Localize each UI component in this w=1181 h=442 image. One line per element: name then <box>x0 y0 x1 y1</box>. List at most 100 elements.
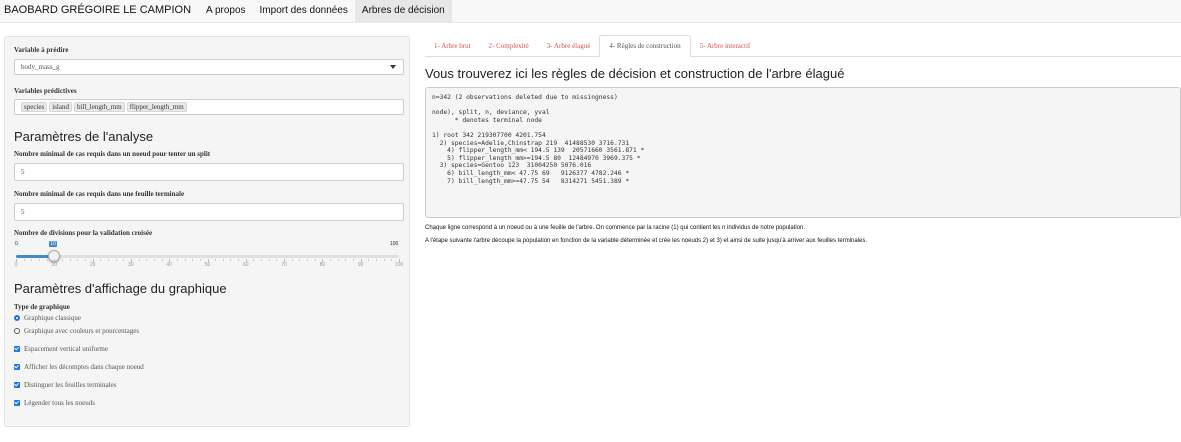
app-brand[interactable]: BAOBARD GRÉGOIRE LE CAMPION <box>0 0 199 22</box>
slider-tick <box>192 259 194 261</box>
slider-tick <box>314 259 316 261</box>
nav-item-arbres[interactable]: Arbres de décision <box>354 0 452 22</box>
predictor-tag[interactable]: flipper_length_mm <box>126 102 187 112</box>
code-line: 7) bill_length_mm>=47.75 54 8314271 5451… <box>432 177 630 185</box>
predictor-tag[interactable]: island <box>49 102 72 112</box>
slider-tick <box>146 259 148 261</box>
predictors-label: Variables prédictives <box>14 87 77 95</box>
slider-tick <box>391 259 393 261</box>
slider-tick <box>222 259 224 261</box>
slider-tick <box>100 259 102 261</box>
code-line: n=342 (2 observations deleted due to mis… <box>432 94 618 101</box>
slider-tick <box>115 259 117 261</box>
slider-tick <box>376 259 378 261</box>
slider-tick <box>215 259 217 261</box>
slider-tick <box>138 259 140 261</box>
slider-tick-label: 70 <box>281 262 287 268</box>
slider-tick <box>161 259 163 261</box>
slider-tick <box>46 259 48 261</box>
tab-bar: 1- Arbre brut 2- Complexité 3- Arbre éla… <box>425 35 1181 57</box>
analysis-params-title: Paramètres de l'analyse <box>14 129 154 144</box>
target-variable-label: Variable à prédire <box>14 46 69 54</box>
checkbox-show-counts[interactable]: Afficher les décomptes dans chaque noeud <box>14 363 144 371</box>
xval-label: Nombre de divisions pour la validation c… <box>14 229 153 237</box>
checkbox-label-all-nodes[interactable]: Légender tous les noeuds <box>14 399 95 407</box>
slider-tick <box>253 259 255 261</box>
slider-tick <box>383 259 385 261</box>
slider-tick-label: 10 <box>51 262 58 268</box>
graph-type-label: Type de graphique <box>14 303 70 311</box>
explanation-line-1: Chaque ligne correspond à un noeud ou à … <box>425 225 806 231</box>
target-variable-value: body_mass_g <box>21 63 60 71</box>
predictor-tag[interactable]: bill_length_mm <box>73 102 125 112</box>
display-params-title: Paramètres d'affichage du graphique <box>14 281 227 296</box>
slider-tick <box>299 259 301 261</box>
slider-tick <box>176 259 178 261</box>
checkbox-checked-icon <box>14 400 20 406</box>
code-line: node), split, n, deviance, yval <box>432 109 550 117</box>
slider-tick <box>268 259 270 261</box>
radio-classic[interactable]: Graphique classique <box>14 314 81 322</box>
slider-value-label: 10 <box>49 241 57 247</box>
checkbox-uniform-spacing[interactable]: Espacement vertical uniforme <box>14 345 108 353</box>
slider-track[interactable] <box>16 255 399 258</box>
slider-tick-label: 0 <box>14 262 18 268</box>
slider-tick <box>123 259 125 261</box>
target-variable-select[interactable]: body_mass_g <box>14 59 404 75</box>
nav-item-import[interactable]: Import des données <box>253 0 355 22</box>
slider-tick <box>77 259 79 261</box>
predictors-input[interactable]: species island bill_length_mm flipper_le… <box>14 99 404 115</box>
slider-tick <box>69 259 71 261</box>
radio-colors[interactable]: Graphique avec couleurs et pourcentages <box>14 327 139 335</box>
checkbox-label: Légender tous les noeuds <box>24 399 95 407</box>
tab-regles-construction[interactable]: 4- Règles de construction <box>599 35 691 57</box>
code-line: 6) bill_length_mm< 47.75 69 9126377 4782… <box>447 169 630 177</box>
radio-colors-label: Graphique avec couleurs et pourcentages <box>24 327 140 335</box>
code-line: 1) root 342 219307700 4201.754 <box>432 131 546 139</box>
page-title: Vous trouverez ici les règles de décisio… <box>425 66 845 81</box>
slider-tick <box>330 259 332 261</box>
min-bucket-input[interactable]: 5 <box>14 203 404 221</box>
slider-tick-label: 30 <box>128 262 134 268</box>
checkbox-label: Distinguer les feuilles terminales <box>24 381 117 389</box>
checkbox-checked-icon <box>14 382 20 388</box>
checkbox-checked-icon <box>14 364 20 370</box>
explanation-line-2: A l'étape suivante l'arbre découpe la po… <box>425 238 868 244</box>
slider-tick-label: 90 <box>357 262 364 268</box>
slider-tick <box>238 259 240 261</box>
predictor-tag[interactable]: species <box>21 102 48 112</box>
checkbox-label: Afficher les décomptes dans chaque noeud <box>24 363 144 371</box>
code-line: 3) species=Gentoo 123 31004250 5076.016 <box>439 162 592 170</box>
tab-arbre-interactif[interactable]: 5- Arbre interactif <box>691 35 760 56</box>
slider-max-label: 100 <box>389 241 400 247</box>
slider-tick <box>31 259 33 261</box>
slider-tick <box>230 259 232 261</box>
tab-arbre-brut[interactable]: 1- Arbre brut <box>425 35 480 56</box>
radio-classic-label: Graphique classique <box>24 314 81 322</box>
slider-tick <box>276 259 278 261</box>
nav-item-a-propos[interactable]: A propos <box>199 0 252 22</box>
tab-arbre-elague[interactable]: 3- Arbre élagué <box>538 35 600 56</box>
slider-ticks: 0 10 20 30 40 50 60 70 80 90 100 <box>14 259 403 269</box>
slider-tick-label: 40 <box>166 262 172 268</box>
slider-tick <box>337 259 339 261</box>
slider-tick <box>23 259 25 261</box>
slider-tick <box>84 259 86 261</box>
slider-tick <box>353 259 355 261</box>
tab-complexite[interactable]: 2- Complexité <box>480 35 538 56</box>
min-bucket-value: 5 <box>21 208 25 216</box>
slider-tick-label: 100 <box>394 262 404 268</box>
min-split-input[interactable]: 5 <box>14 163 404 181</box>
slider-tick-label: 60 <box>243 262 249 268</box>
checkbox-label: Espacement vertical uniforme <box>24 345 108 353</box>
rules-output: n=342 (2 observations deleted due to mis… <box>425 87 1181 218</box>
slider-tick <box>368 259 370 261</box>
checkbox-terminal-leaves[interactable]: Distinguer les feuilles terminales <box>14 381 116 389</box>
slider-tick <box>261 259 263 261</box>
checkbox-checked-icon <box>14 346 20 352</box>
min-split-value: 5 <box>21 168 25 176</box>
sidebar-panel: Variable à prédire body_mass_g Variables… <box>4 36 410 427</box>
code-line: * denotes terminal node <box>454 116 542 124</box>
code-line: 2) species=Adelie,Chinstrap 219 41488530… <box>439 139 630 147</box>
min-bucket-label: Nombre minimal de cas requis dans une fe… <box>14 190 185 198</box>
